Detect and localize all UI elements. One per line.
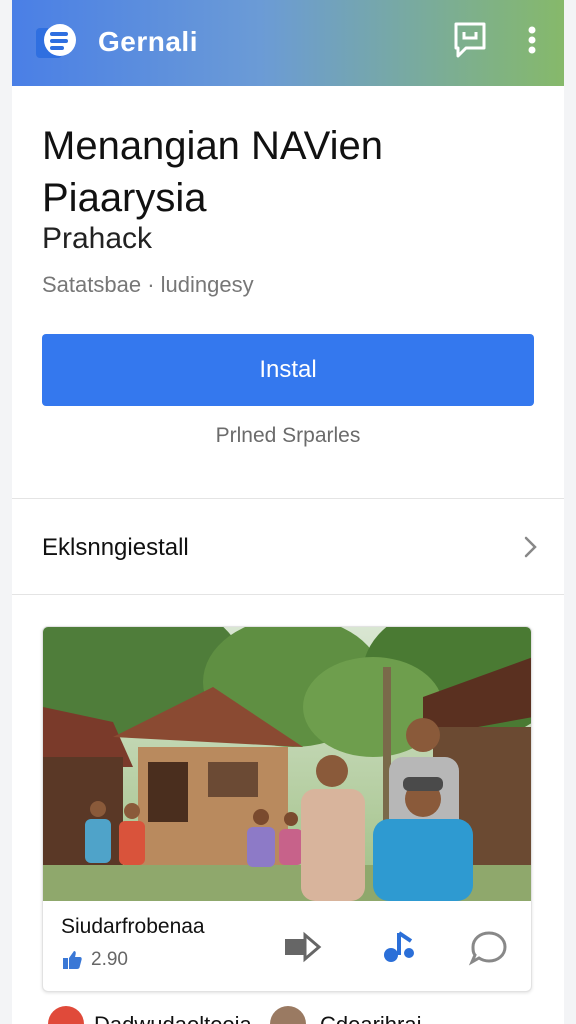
more-vert-icon[interactable] <box>514 20 550 60</box>
install-button[interactable]: Instal <box>42 334 534 406</box>
details-row[interactable]: Eklsnngiestall <box>12 510 564 586</box>
list-item[interactable]: Dadwudaolteoia <box>94 1012 252 1024</box>
post-photo <box>43 627 531 901</box>
install-button-label: Instal <box>259 356 317 383</box>
thumbs-up-icon <box>63 951 82 969</box>
details-row-label: Eklsnngiestall <box>42 534 189 561</box>
app-window: Gernali Menangian NAVien Piaarysia Praha… <box>12 0 564 1024</box>
post-card[interactable]: Siudarfrobenaa 2.90 <box>42 626 532 992</box>
post-stat: 2.90 <box>61 949 128 971</box>
divider <box>12 498 564 499</box>
avatar[interactable] <box>270 1006 306 1024</box>
related-list: Dadwudaolteoia Cdearihrai <box>42 1006 542 1024</box>
install-note: Prlned Srparles <box>215 424 361 447</box>
top-app-bar: Gernali <box>12 0 564 86</box>
chevron-right-icon <box>524 536 537 558</box>
app-meta: Satatsbae · ludingesy <box>42 272 254 297</box>
music-note-icon[interactable] <box>375 927 419 967</box>
avatar[interactable] <box>48 1006 84 1024</box>
app-logo-icon <box>36 24 76 58</box>
app-title: Menangian NAVien Piaarysia <box>42 124 383 220</box>
post-title: Siudarfrobenaa <box>61 915 205 938</box>
developer-name: Prahack <box>42 222 153 255</box>
feedback-icon[interactable] <box>450 20 490 60</box>
app-name: Gernali <box>98 26 198 57</box>
post-stat-value: 2.90 <box>91 949 128 970</box>
divider <box>12 594 564 595</box>
comment-icon[interactable] <box>467 927 511 967</box>
list-item[interactable]: Cdearihrai <box>320 1012 422 1024</box>
share-icon[interactable] <box>281 927 325 967</box>
